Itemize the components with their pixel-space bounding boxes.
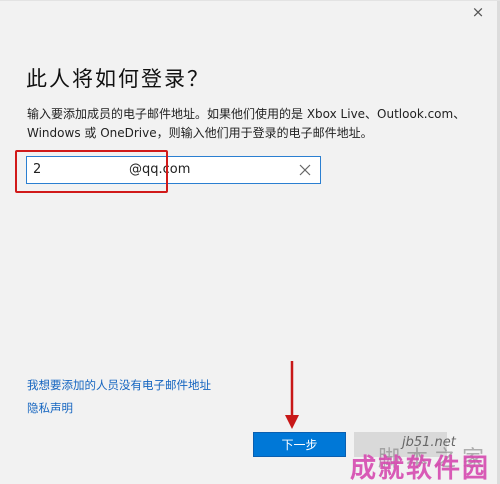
- next-button[interactable]: 下一步: [253, 432, 346, 457]
- no-email-link[interactable]: 我想要添加的人员没有电子邮件地址: [27, 377, 211, 393]
- annotation-arrow-icon: [285, 361, 299, 429]
- description-text: 输入要添加成员的电子邮件地址。如果他们使用的是 Xbox Live、Outloo…: [27, 107, 466, 140]
- privacy-statement-link[interactable]: 隐私声明: [27, 400, 73, 416]
- watermark-text: 成就软件园: [350, 454, 491, 484]
- page-title: 此人将如何登录？: [26, 67, 210, 91]
- annotation-highlight-box: [15, 150, 168, 193]
- add-member-dialog: × 此人将如何登录？ 输入要添加成员的电子邮件地址。如果他们使用的是 Xbox …: [0, 0, 500, 484]
- close-button[interactable]: ×: [466, 3, 490, 23]
- close-icon[interactable]: [298, 160, 312, 180]
